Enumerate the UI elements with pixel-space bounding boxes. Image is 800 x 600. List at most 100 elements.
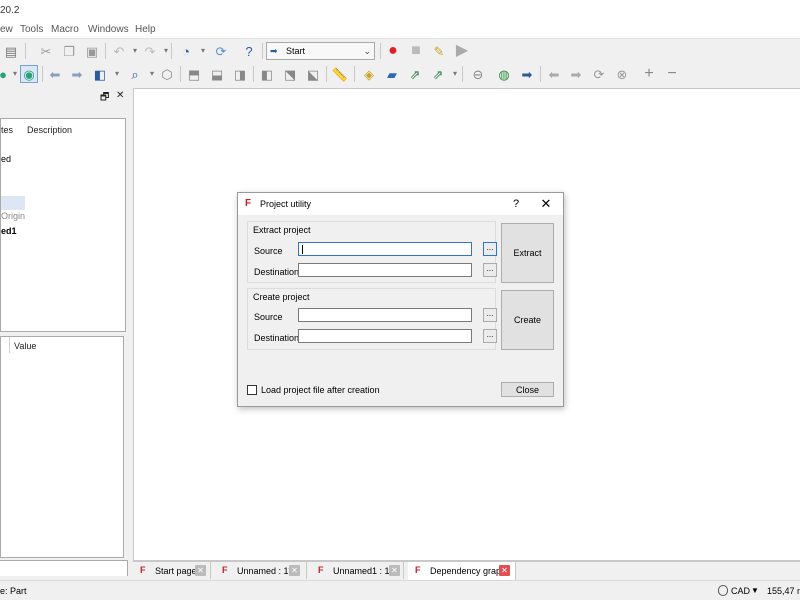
tab-unnamed[interactable]: F Unnamed : 1* ✕ [215, 562, 307, 579]
extract-source-input[interactable] [298, 242, 472, 256]
dialog-titlebar: F Project utility ? ✕ [238, 193, 563, 215]
tab-close-icon[interactable]: ✕ [389, 565, 400, 576]
create-destination-input[interactable] [298, 329, 472, 343]
create-button[interactable]: Create [501, 290, 554, 350]
load-project-checkbox[interactable] [247, 385, 257, 395]
web-back-icon[interactable]: ⬅ [545, 65, 563, 83]
extract-source-browse-button[interactable]: ... [483, 242, 497, 256]
tree-row-unnamed1[interactable]: ed1 [1, 226, 17, 236]
tab-close-icon[interactable]: ✕ [499, 565, 510, 576]
tab-close-icon[interactable]: ✕ [289, 565, 300, 576]
rear-view-icon[interactable]: ◧ [258, 65, 276, 83]
dialog-title: Project utility [260, 199, 312, 209]
chevron-down-icon[interactable]: ▾ [157, 42, 175, 60]
extract-destination-browse-button[interactable]: ... [483, 263, 497, 277]
create-destination-label: Destination [254, 333, 300, 343]
web-globe-icon[interactable]: ◍ [495, 65, 513, 83]
make-link-icon[interactable]: ⇗ [406, 65, 424, 83]
right-view-icon[interactable]: ◨ [231, 65, 249, 83]
close-button[interactable]: Close [501, 382, 554, 397]
mouse-icon [718, 585, 728, 596]
menu-windows[interactable]: Windows [88, 24, 129, 35]
refresh-icon[interactable]: ⟳ [212, 42, 230, 60]
extract-group-title: Extract project [253, 225, 311, 235]
tree-row-document[interactable]: ed [1, 154, 11, 164]
forward-arrow-icon[interactable]: ➡ [68, 65, 86, 83]
chevron-down-icon[interactable]: ▾ [194, 42, 212, 60]
load-project-label[interactable]: Load project file after creation [261, 385, 380, 395]
top-view-icon[interactable]: ⬓ [208, 65, 226, 83]
copy-icon[interactable]: ❐ [60, 42, 78, 60]
create-source-browse-button[interactable]: ... [483, 308, 497, 322]
tab-unnamed1[interactable]: F Unnamed1 : 1 ✕ [311, 562, 404, 579]
extract-button[interactable]: Extract [501, 223, 554, 283]
status-bar: e: Part CAD ▼ 155,47 mm [0, 580, 800, 600]
tab-label: Unnamed1 : 1 [333, 566, 390, 576]
freecad-logo-icon: F [318, 565, 324, 575]
back-arrow-icon[interactable]: ⬅ [46, 65, 64, 83]
toolbar-separator [180, 66, 181, 82]
combo-view-panel: 🗗 ✕ tes Description ed Origin ed1 Value [0, 88, 128, 558]
menu-view[interactable]: ew [0, 24, 13, 35]
bottom-view-icon[interactable]: ⬔ [281, 65, 299, 83]
menu-macro[interactable]: Macro [51, 24, 79, 35]
record-macro-icon[interactable]: ● [384, 42, 402, 60]
project-utility-dialog: F Project utility ? ✕ Extract project So… [237, 192, 564, 407]
edit-macro-icon[interactable]: ✎ [430, 42, 448, 60]
web-forward-icon[interactable]: ➡ [567, 65, 585, 83]
zoom-in-icon[interactable]: + [640, 65, 658, 83]
web-stop-icon[interactable]: ⊗ [613, 65, 631, 83]
toolbar-separator [380, 43, 381, 59]
open-website-icon[interactable]: ➡ [518, 65, 536, 83]
workbench-combo[interactable]: ➡ Start ⌄ [266, 42, 375, 60]
property-view[interactable]: Value [0, 336, 124, 558]
menu-help[interactable]: Help [135, 24, 156, 35]
create-destination-browse-button[interactable]: ... [483, 329, 497, 343]
toolbar-file-edit: ▤ ✂ ❐ ▣ ↶ ▾ ↷ ▾ ◔ ▾ ⟳ ? ➡ Start ⌄ ● ■ ✎ … [0, 38, 800, 62]
close-panel-icon[interactable]: ✕ [116, 90, 124, 101]
tree-selection-highlight [1, 196, 25, 210]
zoom-icon[interactable]: ⌕ [126, 65, 144, 83]
print-icon[interactable]: ▤ [2, 42, 20, 60]
freecad-logo-icon: F [140, 565, 146, 575]
menu-bar: ew Tools Macro Windows Help [0, 22, 800, 38]
extract-destination-input[interactable] [298, 263, 472, 277]
create-source-input[interactable] [298, 308, 472, 322]
refresh-check-icon[interactable]: ◔ [177, 42, 195, 60]
chevron-down-icon[interactable]: ▼ [751, 586, 759, 595]
whats-this-icon[interactable]: ? [240, 42, 258, 60]
freecad-logo-icon: F [245, 198, 252, 209]
left-view-icon[interactable]: ⬕ [304, 65, 322, 83]
minus-circle-icon[interactable]: ⊖ [469, 65, 487, 83]
measure-icon[interactable]: 📏 [331, 65, 349, 83]
float-panel-icon[interactable]: 🗗 [100, 90, 109, 107]
navigation-style[interactable]: CAD [731, 586, 750, 596]
stop-macro-icon[interactable]: ■ [407, 42, 425, 60]
tree-row-origin[interactable]: Origin [1, 211, 25, 221]
zoom-out-icon[interactable]: − [663, 65, 681, 83]
isometric-view-icon[interactable]: ⬡ [158, 65, 176, 83]
tab-dependency-graph[interactable]: F Dependency graph ✕ [408, 562, 516, 580]
create-group-icon[interactable]: ▰ [383, 65, 401, 83]
menu-tools[interactable]: Tools [20, 24, 43, 35]
tab-close-icon[interactable]: ✕ [195, 565, 206, 576]
link-actions-icon[interactable]: ⇗ [429, 65, 447, 83]
document-tabs: F Start page ✕ F Unnamed : 1* ✕ F Unname… [133, 561, 800, 580]
box-selection-icon[interactable]: ◧ [91, 65, 109, 83]
chevron-down-icon[interactable]: ▾ [108, 65, 126, 83]
tab-start-page[interactable]: F Start page ✕ [133, 562, 211, 579]
toolbar-separator [540, 66, 541, 82]
help-icon[interactable]: ? [509, 197, 523, 211]
play-macro-icon[interactable]: ▶ [453, 42, 471, 60]
front-view-icon[interactable]: ⬒ [185, 65, 203, 83]
web-refresh-icon[interactable]: ⟳ [590, 65, 608, 83]
close-icon[interactable]: ✕ [538, 196, 554, 212]
toolbar-separator [105, 43, 106, 59]
tree-view[interactable]: tes Description ed Origin ed1 [0, 118, 126, 332]
status-message: e: Part [0, 586, 27, 596]
paste-icon[interactable]: ▣ [83, 42, 101, 60]
cut-icon[interactable]: ✂ [37, 42, 55, 60]
toolbar-view: ● ▾ ◉ ⬅ ➡ ◧ ▾ ⌕ ▾ ⬡ ⬒ ⬓ ◨ ◧ ⬔ ⬕ 📏 ◈ ▰ ⇗ … [0, 62, 800, 86]
create-part-icon[interactable]: ◈ [360, 65, 378, 83]
fit-selection-icon[interactable]: ◉ [20, 65, 38, 83]
